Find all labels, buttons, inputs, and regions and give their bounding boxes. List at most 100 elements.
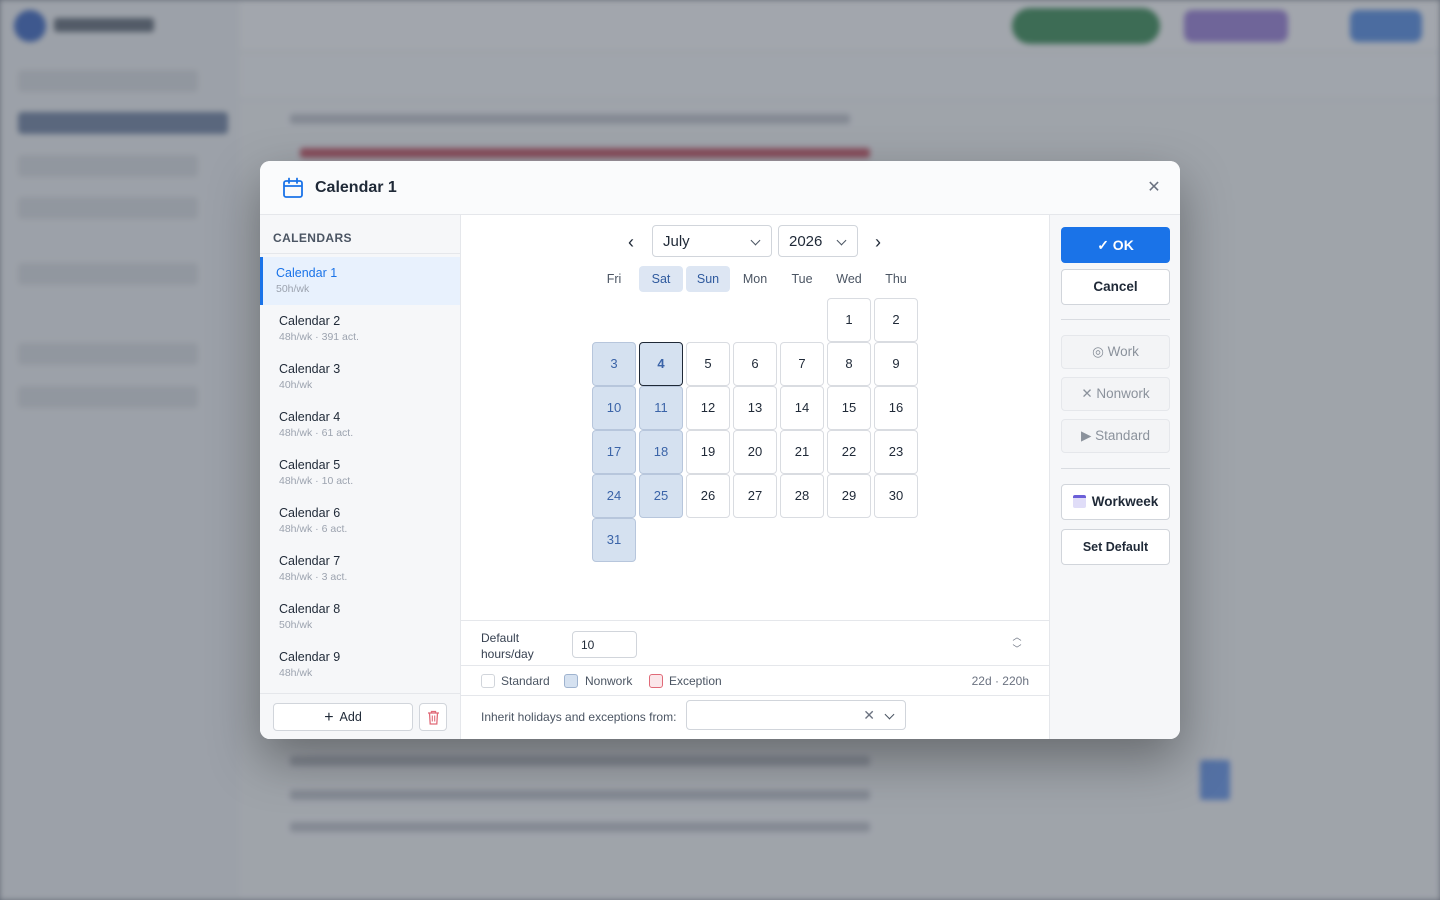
- chevron-down-icon[interactable]: ﹀: [1009, 643, 1025, 655]
- calendar-summary: 48h/wk: [279, 667, 313, 679]
- day-cell[interactable]: 8: [827, 342, 871, 386]
- day-cell[interactable]: 21: [780, 430, 824, 474]
- weekday-header: Fri: [606, 272, 622, 286]
- dialog-header: Calendar 1 ✕: [260, 161, 1180, 215]
- day-cell[interactable]: 26: [686, 474, 730, 518]
- chevron-down-icon: [750, 235, 761, 246]
- day-cell[interactable]: 29: [827, 474, 871, 518]
- calendar-list-item[interactable]: Calendar 4 48h/wk · 61 act.: [260, 401, 460, 449]
- workweek-label: Workweek: [1091, 494, 1159, 509]
- calendars-footer: + Add: [260, 693, 460, 739]
- close-icon[interactable]: ✕: [1144, 178, 1164, 198]
- calendar-name: Calendar 9: [279, 650, 341, 664]
- add-calendar-button[interactable]: + Add: [273, 703, 413, 731]
- day-cell[interactable]: 12: [686, 386, 730, 430]
- calendar-summary: 48h/wk · 61 act.: [279, 427, 354, 439]
- calendar-name: Calendar 1: [276, 266, 338, 280]
- standard-button[interactable]: ▶ Standard: [1061, 419, 1170, 453]
- calendar-summary: 48h/wk · 10 act.: [279, 475, 354, 487]
- day-cell[interactable]: 2: [874, 298, 918, 342]
- day-cell[interactable]: 28: [780, 474, 824, 518]
- inherit-calendar-select[interactable]: ✕: [686, 700, 906, 730]
- hours-stepper[interactable]: ︿ ﹀: [1009, 631, 1025, 657]
- workweek-icon: [1072, 495, 1086, 508]
- day-cell[interactable]: 25: [639, 474, 683, 518]
- chevron-right-icon[interactable]: ›: [866, 231, 890, 255]
- month-summary: 22d · 220h: [971, 674, 1029, 688]
- weekday-header: Thu: [885, 272, 907, 286]
- day-cell[interactable]: 27: [733, 474, 777, 518]
- calendar-name: Calendar 4: [279, 410, 341, 424]
- day-cell[interactable]: 10: [592, 386, 636, 430]
- day-cell[interactable]: 18: [639, 430, 683, 474]
- calendar-name: Calendar 5: [279, 458, 341, 472]
- chevron-left-icon[interactable]: ‹: [619, 231, 643, 255]
- day-cell[interactable]: 24: [592, 474, 636, 518]
- calendar-icon: [283, 177, 303, 198]
- nonwork-button[interactable]: ✕ Nonwork: [1061, 377, 1170, 411]
- day-cell[interactable]: 15: [827, 386, 871, 430]
- calendar-name: Calendar 7: [279, 554, 341, 568]
- year-select[interactable]: 2026: [778, 225, 858, 257]
- day-cell[interactable]: 3: [592, 342, 636, 386]
- calendar-list-item[interactable]: Calendar 1 50h/wk: [260, 257, 460, 305]
- standard-swatch: [481, 674, 495, 688]
- day-cell[interactable]: 22: [827, 430, 871, 474]
- day-cell[interactable]: 11: [639, 386, 683, 430]
- calendar-list-item[interactable]: Calendar 8 50h/wk: [260, 593, 460, 641]
- ok-button[interactable]: ✓ OK: [1061, 227, 1170, 263]
- day-cell[interactable]: 9: [874, 342, 918, 386]
- dialog-title: Calendar 1: [315, 179, 397, 196]
- day-cell[interactable]: 17: [592, 430, 636, 474]
- calendar-list-item[interactable]: Calendar 5 48h/wk · 10 act.: [260, 449, 460, 497]
- calendar-list-item[interactable]: Calendar 7 48h/wk · 3 act.: [260, 545, 460, 593]
- cancel-button[interactable]: Cancel: [1061, 269, 1170, 305]
- clear-icon[interactable]: ✕: [863, 707, 875, 724]
- day-cell[interactable]: 7: [780, 342, 824, 386]
- calendar-dialog: Calendar 1 ✕ CALENDARS Calendar 1 50h/wk C…: [260, 161, 1180, 739]
- workweek-button[interactable]: Workweek: [1061, 484, 1170, 520]
- day-cell[interactable]: 16: [874, 386, 918, 430]
- set-default-button[interactable]: Set Default: [1061, 529, 1170, 565]
- calendar-list-item[interactable]: Calendar 9 48h/wk: [260, 641, 460, 689]
- legend-standard: Standard: [501, 674, 550, 688]
- weekday-header: Mon: [742, 272, 768, 286]
- divider: [1061, 319, 1170, 320]
- plus-icon: +: [324, 709, 334, 726]
- month-value: July: [663, 233, 690, 250]
- calendar-list-item[interactable]: Calendar 2 48h/wk · 391 act.: [260, 305, 460, 353]
- calendar-summary: 50h/wk: [276, 283, 310, 295]
- year-value: 2026: [789, 233, 823, 250]
- day-cell[interactable]: 30: [874, 474, 918, 518]
- legend-nonwork: Nonwork: [585, 674, 633, 688]
- day-cell[interactable]: 23: [874, 430, 918, 474]
- calendar-summary: 48h/wk · 391 act.: [279, 331, 359, 343]
- work-button[interactable]: ◎ Work: [1061, 335, 1170, 369]
- calendars-panel: CALENDARS Calendar 1 50h/wk Calendar 2 48h/…: [260, 215, 461, 739]
- weekday-header: Tue: [791, 272, 813, 286]
- chevron-up-icon[interactable]: ︿: [1009, 631, 1025, 643]
- default-hours-input[interactable]: [572, 631, 637, 658]
- legend-exception: Exception: [669, 674, 722, 688]
- actions-panel: ✓ OK Cancel ◎ Work ✕ Nonwork ▶ Standard …: [1049, 215, 1180, 739]
- calendar-list-item[interactable]: Calendar 6 48h/wk · 6 act.: [260, 497, 460, 545]
- calendar-name: Calendar 3: [279, 362, 341, 376]
- month-select[interactable]: July: [652, 225, 772, 257]
- calendar-summary: 48h/wk · 6 act.: [279, 523, 348, 535]
- calendar-list-item[interactable]: Calendar 3 40h/wk: [260, 353, 460, 401]
- day-cell[interactable]: 5: [686, 342, 730, 386]
- day-cell[interactable]: 19: [686, 430, 730, 474]
- day-cell[interactable]: 31: [592, 518, 636, 562]
- day-cell[interactable]: 4: [639, 342, 683, 386]
- exception-swatch: [649, 674, 663, 688]
- day-cell[interactable]: 20: [733, 430, 777, 474]
- day-cell[interactable]: 14: [780, 386, 824, 430]
- divider: [260, 253, 460, 254]
- day-cell[interactable]: 13: [733, 386, 777, 430]
- chevron-down-icon: [884, 709, 895, 720]
- day-cell[interactable]: 6: [733, 342, 777, 386]
- day-cell[interactable]: 1: [827, 298, 871, 342]
- inherit-label: Inherit holidays and exceptions from:: [481, 710, 677, 724]
- weekday-header: Sun: [686, 266, 730, 292]
- delete-calendar-button[interactable]: [419, 703, 447, 731]
